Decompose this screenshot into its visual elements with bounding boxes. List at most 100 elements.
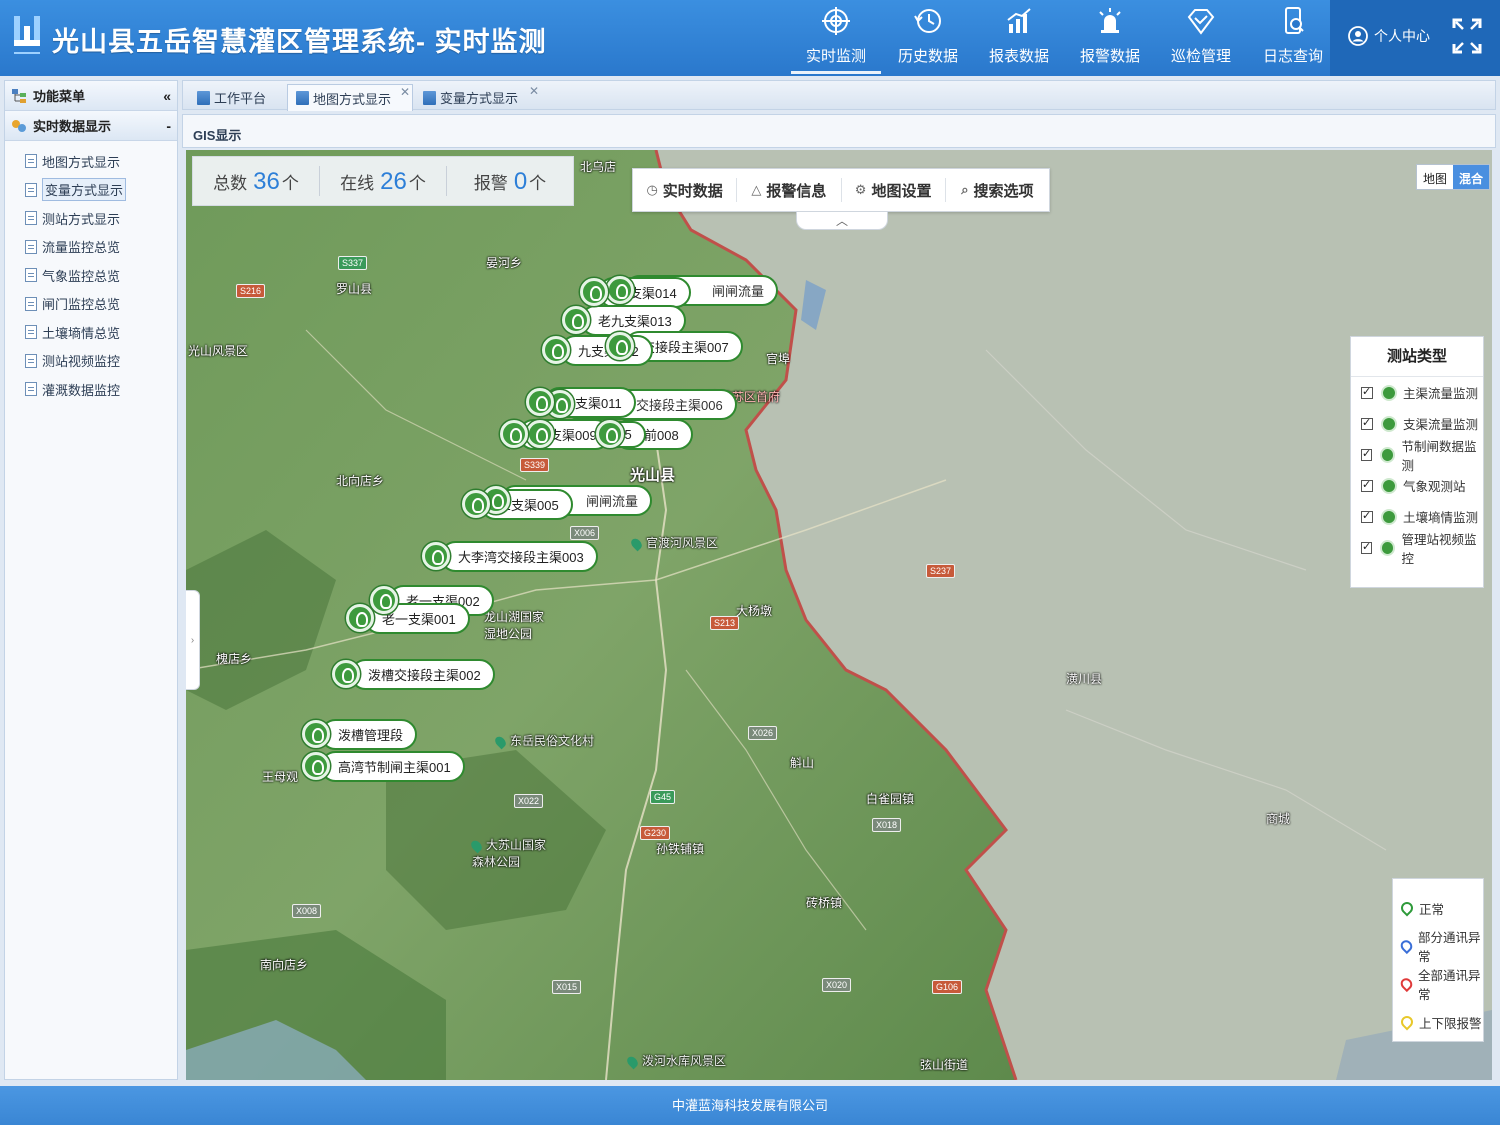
place-label: 潢川县 [1066,672,1103,686]
checkbox[interactable] [1361,509,1373,523]
station-marker[interactable]: 六支渠009 [500,418,611,450]
place-label: 槐店乡 [216,652,253,666]
status-label: 部分通讯异常 [1417,931,1481,964]
nav-label: 报警数据 [1079,48,1140,65]
nav-label: 报表数据 [988,48,1049,65]
user-center-button[interactable]: 个人中心 [1348,22,1430,50]
alarm-info-button[interactable]: △ 报警信息 [737,178,842,202]
checkbox[interactable] [1361,478,1373,492]
stat-label: 在线 [340,174,375,193]
search-options-button[interactable]: ⌕ 搜索选项 [946,178,1049,202]
sidebar-item-station-view[interactable]: 测站方式显示 [17,204,177,233]
station-marker[interactable]: 大李湾交接段主渠003 [422,540,598,572]
road-shield: G45 [650,790,676,804]
nav-inspection[interactable]: 巡检管理 [1156,0,1246,76]
sidebar-item-station-video[interactable]: 测站视频监控 [17,347,177,376]
toolbar-collapse-chevron-icon[interactable]: ︿ [796,212,888,230]
status-label: 上下限报警 [1419,1016,1482,1031]
nav-report-data[interactable]: 报表数据 [974,0,1064,76]
sidebar-item-label: 灌溉数据监控 [42,382,121,398]
map-type-hybrid-button[interactable]: 混合 [1453,165,1490,189]
road-shield: S213 [710,616,740,630]
tab-close-icon[interactable]: ✕ [529,84,539,98]
sidebar-item-label: 变量方式显示 [42,178,127,202]
station-marker[interactable]: 九支渠012 [542,334,653,366]
road-shield: G106 [932,980,963,994]
road-shield: X022 [514,794,544,808]
station-marker[interactable]: 老一支渠001 [346,602,470,634]
poi-label: 大苏山国家森林公园 [472,836,552,870]
sidebar-item-gate-overview[interactable]: 闸门监控总览 [17,290,177,319]
realtime-data-button[interactable]: ◷ 实时数据 [633,178,738,202]
tab-map-view[interactable]: 地图方式显示 ✕ [287,84,413,111]
station-marker[interactable]: 交接段主渠007 [606,330,743,362]
stat-unit: 个 [529,174,547,193]
map-settings-button[interactable]: ⚙ 地图设置 [842,178,946,202]
station-marker[interactable]: 泼槽管理段 [302,718,418,750]
weather-icon [1381,477,1397,494]
road-shield: G230 [640,826,671,840]
checkbox[interactable] [1361,385,1373,399]
legend-status-normal: 正常 [1393,889,1483,927]
nav-realtime-monitor[interactable]: 实时监测 [791,0,881,76]
checkbox[interactable] [1361,416,1373,430]
legend-item-video-monitor: 管理站视频监控 [1351,532,1483,566]
tab-page-icon [197,90,210,105]
nav-label: 巡检管理 [1170,48,1231,65]
page-icon [25,325,37,340]
sidebar-item-soil-overview[interactable]: 土壤墒情总览 [17,318,177,347]
soil-icon [1381,508,1397,525]
gis-map[interactable]: 北乌店 光山县 官渡河风景区 龙山湖国家湿地公园 东岳民俗文化村 大苏山国家森林… [186,150,1492,1080]
legend-title: 测站类型 [1351,337,1483,377]
sidebar-item-label: 测站视频监控 [42,354,121,370]
sidebar-item-weather-overview[interactable]: 气象监控总览 [17,261,177,290]
panel-title: GIS显示 [182,114,1496,148]
sidebar-item-label: 流量监控总览 [42,240,121,256]
page-icon [25,239,37,254]
station-marker[interactable]: 三支渠005 [462,488,573,520]
checkbox[interactable] [1361,540,1373,554]
tab-workbench[interactable]: 工作平台 [189,84,276,111]
nav-history-data[interactable]: 历史数据 [883,0,973,76]
station-icon [302,752,330,780]
status-label: 全部通讯异常 [1417,969,1481,1002]
nav-log-query[interactable]: 日志查询 [1248,0,1338,76]
target-icon [822,7,850,35]
sidebar-item-variable-view[interactable]: 变量方式显示 [17,176,177,205]
sidebar-item-irrigation-data[interactable]: 灌溉数据监控 [17,375,177,404]
tab-close-icon[interactable]: ✕ [400,85,410,99]
station-marker[interactable]: 高湾节制闸主渠001 [302,750,465,782]
road-shield: S216 [236,284,266,298]
tab-variable-view[interactable]: 变量方式显示 ✕ [415,84,541,111]
checkbox[interactable] [1361,447,1373,461]
sidebar-item-map-view[interactable]: 地图方式显示 [17,147,177,176]
footer: 中灌蓝海科技发展有限公司 [0,1086,1500,1125]
page-icon [25,211,37,226]
toolbar-label: 地图设置 [871,182,932,200]
road-shield: X006 [570,526,600,540]
menu-tree-icon [12,88,26,103]
map-panel-expand-handle[interactable]: › [186,590,200,690]
stat-value: 36 [253,168,280,195]
map-type-map-button[interactable]: 地图 [1417,165,1453,189]
poi-label: 东岳民俗文化村 [496,732,594,749]
nav-alarm-data[interactable]: 报警数据 [1065,0,1155,76]
station-marker[interactable]: 泼槽交接段主渠002 [332,658,495,690]
station-icon [346,604,374,632]
section-toggle-button[interactable]: - [166,118,171,134]
log-phone-icon [1285,7,1304,34]
road-shield: X018 [872,818,902,832]
station-marker[interactable]: 北支渠011 [526,386,636,418]
fullscreen-icon[interactable] [1452,18,1482,54]
sidebar-collapse-button[interactable]: « [163,88,171,104]
sidebar-item-flow-overview[interactable]: 流量监控总览 [17,233,177,262]
sidebar-section-title: 实时数据显示 [33,119,112,134]
toolbar-label: 实时数据 [662,182,723,200]
toolbar-label: 报警信息 [766,182,827,200]
map-toolbar: ◷ 实时数据 △ 报警信息 ⚙ 地图设置 ⌕ 搜索选项 [632,168,1050,212]
sidebar-section-header[interactable]: 实时数据显示 - [5,111,177,141]
station-icon [500,420,528,448]
place-label: 光山风景区 [188,344,249,358]
alarm-light-icon [1099,8,1121,33]
user-avatar-icon [1348,26,1368,46]
